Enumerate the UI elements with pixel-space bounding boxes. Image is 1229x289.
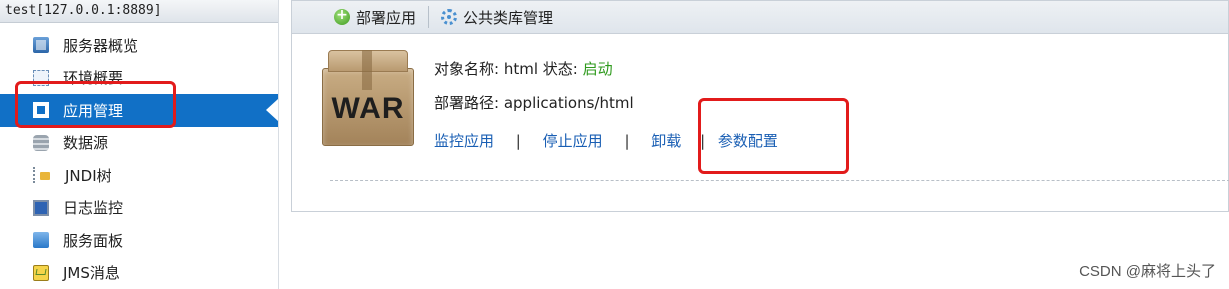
object-name-label: 对象名称: bbox=[434, 60, 500, 78]
action-separator: | bbox=[515, 132, 521, 150]
sidebar-item-label: 日志监控 bbox=[63, 199, 124, 218]
sidebar: test[127.0.0.1:8889] 服务器概览 环境概要 应用管理 数据源… bbox=[0, 0, 279, 289]
action-separator: | bbox=[624, 132, 630, 150]
object-name-value: html bbox=[503, 60, 539, 78]
monitor-app-link[interactable]: 监控应用 bbox=[434, 132, 494, 150]
sidebar-item-jms-message[interactable]: JMS消息 bbox=[0, 257, 278, 289]
server-overview-icon bbox=[33, 37, 49, 54]
sidebar-item-label: 数据源 bbox=[63, 134, 109, 153]
gear-icon bbox=[441, 9, 458, 25]
deploy-path-label: 部署路径: bbox=[434, 94, 500, 112]
sidebar-item-jndi-tree[interactable]: JNDI树 bbox=[0, 159, 278, 192]
uninstall-link[interactable]: 卸载 bbox=[651, 132, 681, 150]
monitor-icon bbox=[33, 199, 49, 216]
annotation-highlight-app-management bbox=[15, 81, 176, 128]
sidebar-item-label: 服务面板 bbox=[63, 231, 124, 250]
sidebar-item-server-overview[interactable]: 服务器概览 bbox=[0, 29, 278, 62]
database-icon bbox=[33, 134, 49, 151]
war-icon-text: WAR bbox=[331, 92, 405, 125]
sidebar-item-service-panel[interactable]: 服务面板 bbox=[0, 224, 278, 257]
watermark: CSDN @麻将上头了 bbox=[1079, 263, 1216, 280]
stop-app-link[interactable]: 停止应用 bbox=[543, 132, 603, 150]
sidebar-item-label: JMS消息 bbox=[63, 264, 120, 283]
jndi-tree-icon bbox=[33, 167, 51, 184]
deploy-app-label: 部署应用 bbox=[356, 8, 417, 27]
sidebar-item-label: 服务器概览 bbox=[63, 36, 139, 55]
deploy-path-value: applications/html bbox=[503, 94, 634, 112]
deploy-app-button[interactable]: 部署应用 bbox=[292, 1, 426, 33]
sidebar-item-label: JNDI树 bbox=[65, 166, 112, 185]
add-circle-icon bbox=[334, 7, 350, 25]
server-title[interactable]: test[127.0.0.1:8889] bbox=[0, 0, 278, 23]
library-management-label: 公共类库管理 bbox=[463, 8, 554, 27]
sidebar-item-datasource[interactable]: 数据源 bbox=[0, 127, 278, 160]
dashed-divider bbox=[330, 180, 1229, 181]
application-info: 对象名称: html 状态: 启动 部署路径: applications/htm… bbox=[434, 58, 634, 126]
toolbar-divider bbox=[428, 6, 430, 28]
sidebar-nav: 服务器概览 环境概要 应用管理 数据源 JNDI树 日志监控 服务面板 JMS消… bbox=[0, 29, 278, 289]
jms-message-icon bbox=[33, 264, 49, 281]
service-panel-icon bbox=[33, 232, 49, 249]
deploy-path-row: 部署路径: applications/html bbox=[434, 92, 634, 126]
object-name-row: 对象名称: html 状态: 启动 bbox=[434, 58, 634, 92]
annotation-highlight-parameter-config bbox=[698, 98, 849, 174]
war-package-icon: WAR bbox=[322, 50, 414, 146]
main-toolbar: 部署应用 公共类库管理 bbox=[291, 0, 1229, 34]
sidebar-item-log-monitor[interactable]: 日志监控 bbox=[0, 192, 278, 225]
status-label: 状态: bbox=[542, 60, 578, 78]
library-management-button[interactable]: 公共类库管理 bbox=[431, 1, 563, 33]
status-value: 启动 bbox=[582, 60, 613, 78]
